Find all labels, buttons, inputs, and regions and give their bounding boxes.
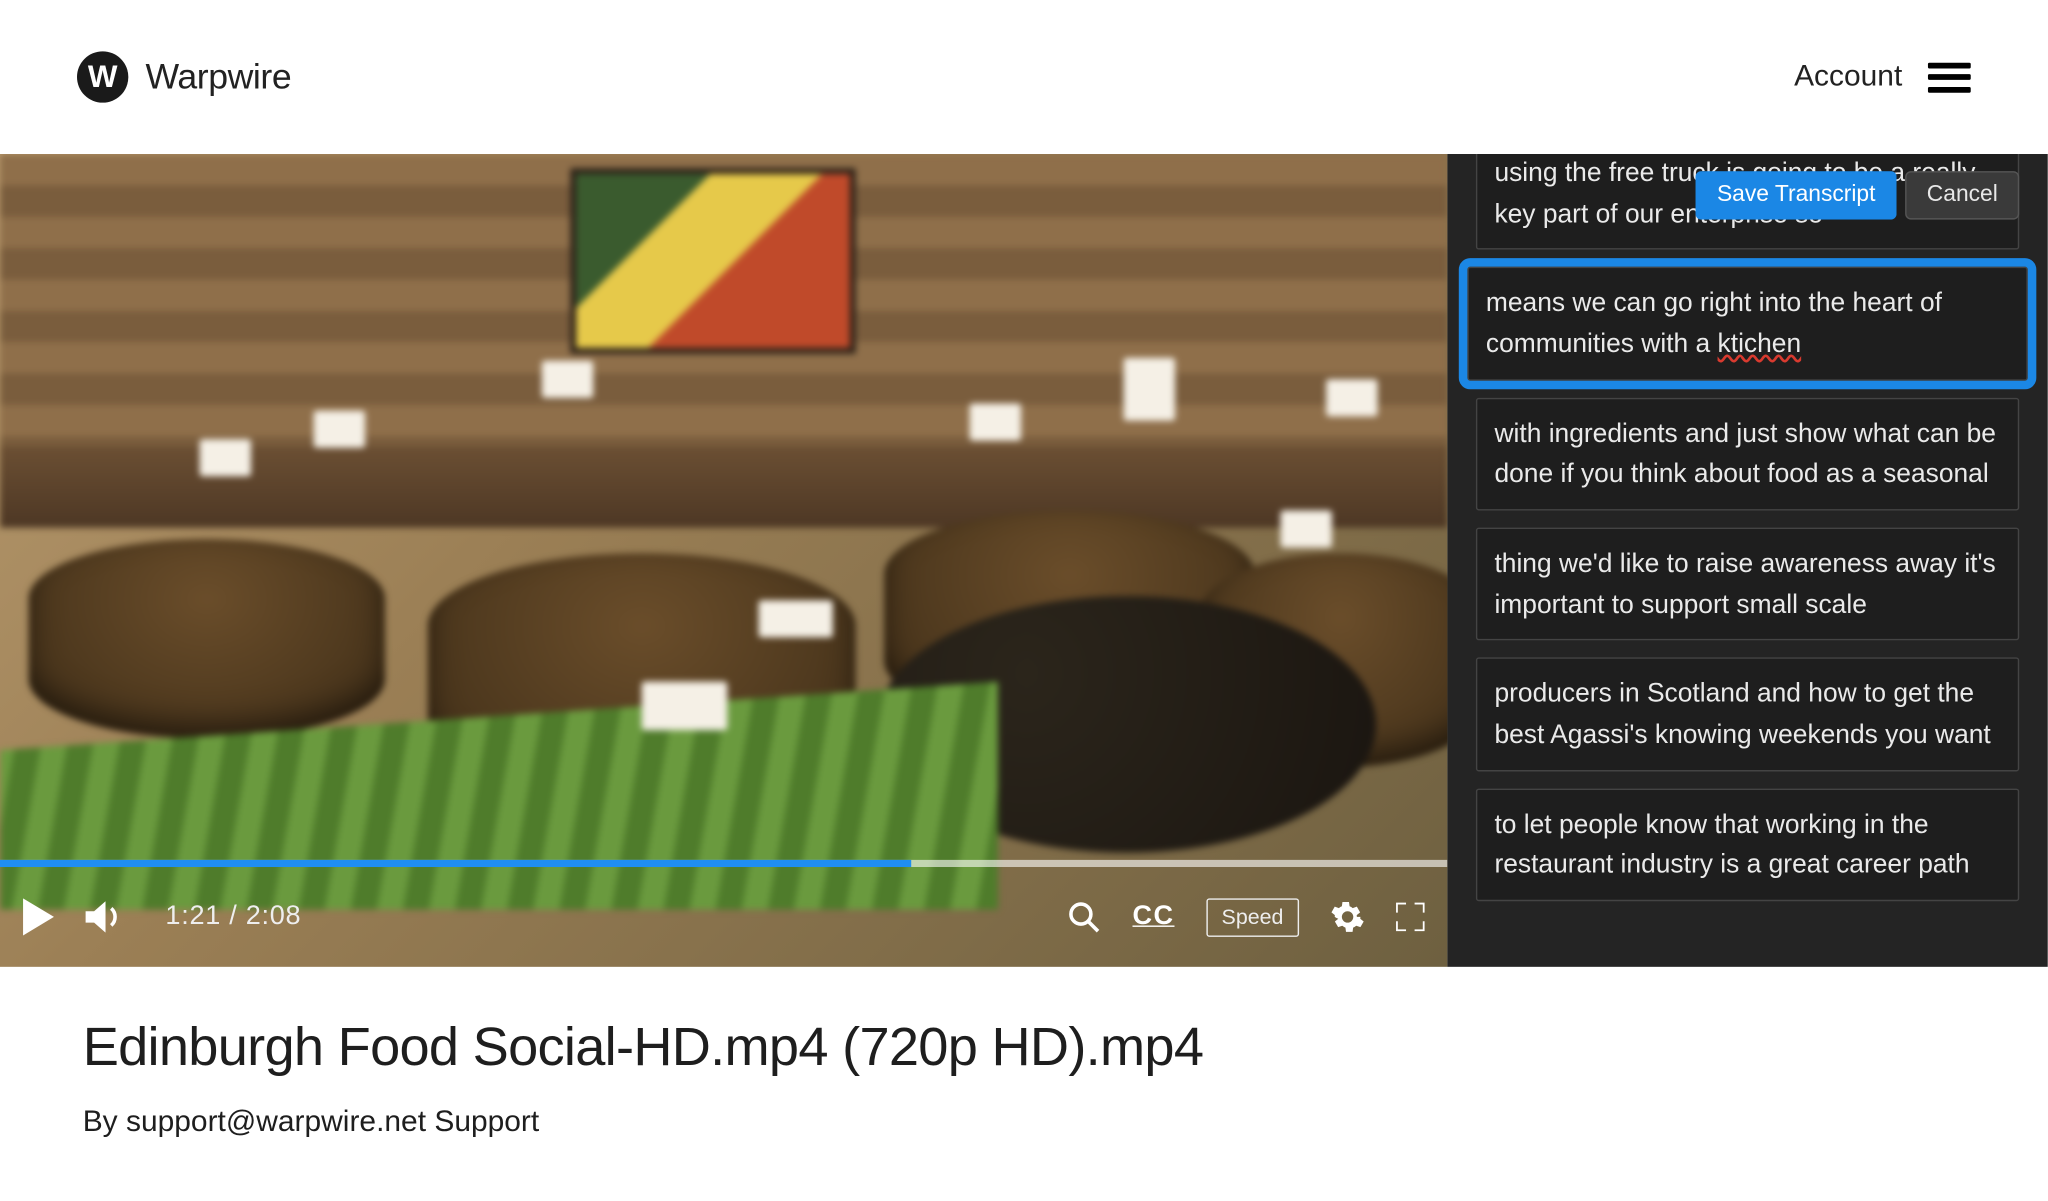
video-meta: Edinburgh Food Social-HD.mp4 (720p HD).m… bbox=[0, 967, 2048, 1191]
video-title: Edinburgh Food Social-HD.mp4 (720p HD).m… bbox=[83, 1018, 1965, 1079]
progress-fill bbox=[0, 860, 912, 867]
transcript-segment[interactable]: thing we'd like to raise awareness away … bbox=[1476, 528, 2019, 641]
progress-bar[interactable] bbox=[0, 860, 1447, 867]
brand-name: Warpwire bbox=[145, 56, 291, 97]
captions-button[interactable]: CC bbox=[1132, 901, 1174, 932]
fullscreen-icon[interactable] bbox=[1396, 903, 1425, 932]
volume-icon[interactable] bbox=[86, 898, 126, 935]
brand-logo-icon: W bbox=[77, 51, 128, 102]
brand[interactable]: W Warpwire bbox=[77, 51, 291, 102]
page-header: W Warpwire Account bbox=[0, 0, 2048, 154]
settings-icon[interactable] bbox=[1330, 900, 1364, 934]
header-actions: Account bbox=[1794, 60, 1971, 94]
time-display: 1:21 / 2:08 bbox=[165, 901, 301, 932]
transcript-actions: Save Transcript Cancel bbox=[1696, 171, 2020, 219]
search-icon[interactable] bbox=[1067, 900, 1101, 934]
video-player[interactable]: 1:21 / 2:08 CC Speed bbox=[0, 154, 1447, 967]
speed-button[interactable]: Speed bbox=[1206, 898, 1299, 937]
transcript-segment[interactable]: producers in Scotland and how to get the… bbox=[1476, 658, 2019, 771]
play-icon[interactable] bbox=[23, 898, 54, 935]
menu-icon[interactable] bbox=[1928, 62, 1971, 92]
transcript-panel: Save Transcript Cancel using the free tr… bbox=[1447, 154, 2047, 967]
video-byline: By support@warpwire.net Support bbox=[83, 1105, 1965, 1139]
transcript-segments[interactable]: using the free truck is going to be a re… bbox=[1447, 154, 2047, 913]
transcript-segment[interactable]: with ingredients and just show what can … bbox=[1476, 397, 2019, 510]
time-current: 1:21 bbox=[165, 901, 221, 931]
transcript-segment[interactable]: to let people know that working in the r… bbox=[1476, 788, 2019, 901]
account-link[interactable]: Account bbox=[1794, 60, 1902, 94]
player-controls: 1:21 / 2:08 CC Speed bbox=[0, 867, 1447, 967]
main-content: 1:21 / 2:08 CC Speed Save Transcript Can… bbox=[0, 154, 2048, 967]
transcript-segment[interactable]: means we can go right into the heart of … bbox=[1467, 267, 2027, 380]
save-transcript-button[interactable]: Save Transcript bbox=[1696, 171, 1897, 219]
spelling-error: ktichen bbox=[1718, 328, 1802, 358]
cancel-button[interactable]: Cancel bbox=[1905, 171, 2019, 219]
time-total: 2:08 bbox=[246, 901, 302, 931]
video-frame-image bbox=[0, 154, 1447, 967]
